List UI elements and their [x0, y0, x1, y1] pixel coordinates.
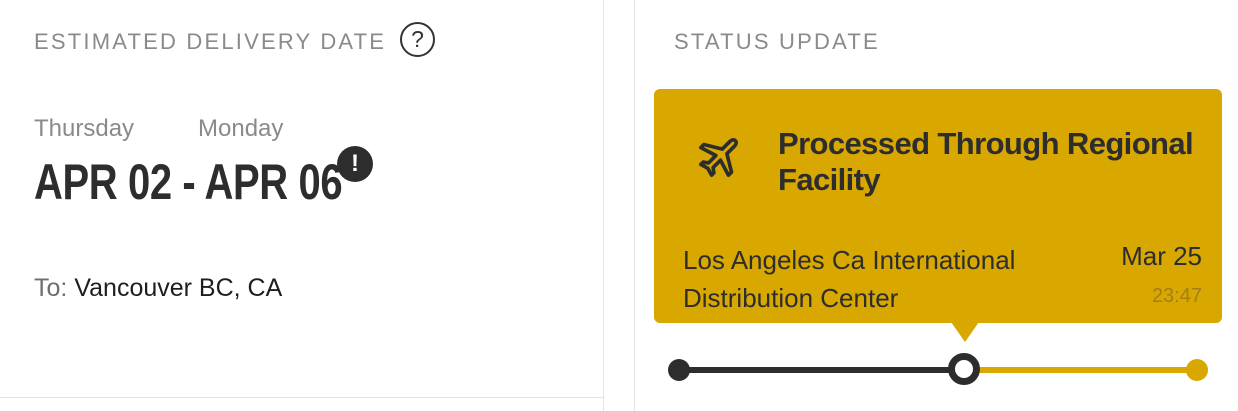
airplane-icon — [699, 138, 738, 177]
destination-city: Vancouver BC, CA — [74, 274, 283, 302]
progress-track-remaining — [964, 367, 1196, 373]
alert-icon[interactable]: ! — [337, 146, 373, 182]
status-card-pointer — [951, 322, 979, 342]
delivery-date-range: APR 02 - APR 06 — [34, 154, 343, 210]
progress-node-current[interactable] — [948, 353, 980, 385]
panel-bottom-divider — [0, 397, 603, 398]
status-date: Mar 25 — [1121, 241, 1202, 271]
start-day-label: Thursday — [34, 115, 135, 142]
progress-track-completed — [680, 367, 964, 373]
panel-divider-right — [634, 0, 635, 411]
end-day-label: Monday — [198, 115, 284, 142]
estimated-delivery-label: ESTIMATED DELIVERY DATE — [34, 29, 387, 54]
destination-line: To: Vancouver BC, CA — [34, 276, 282, 301]
status-time: 23:47 — [1151, 285, 1202, 307]
destination-prefix: To: — [34, 274, 68, 302]
help-icon[interactable]: ? — [400, 22, 435, 57]
progress-node-start — [668, 359, 690, 381]
status-update-label: STATUS UPDATE — [674, 29, 880, 54]
progress-node-end — [1186, 359, 1208, 381]
panel-divider-left — [603, 0, 604, 411]
status-title: Processed Through Regional Facility — [778, 126, 1194, 197]
status-location: Los Angeles Ca International Distributio… — [683, 245, 1016, 313]
